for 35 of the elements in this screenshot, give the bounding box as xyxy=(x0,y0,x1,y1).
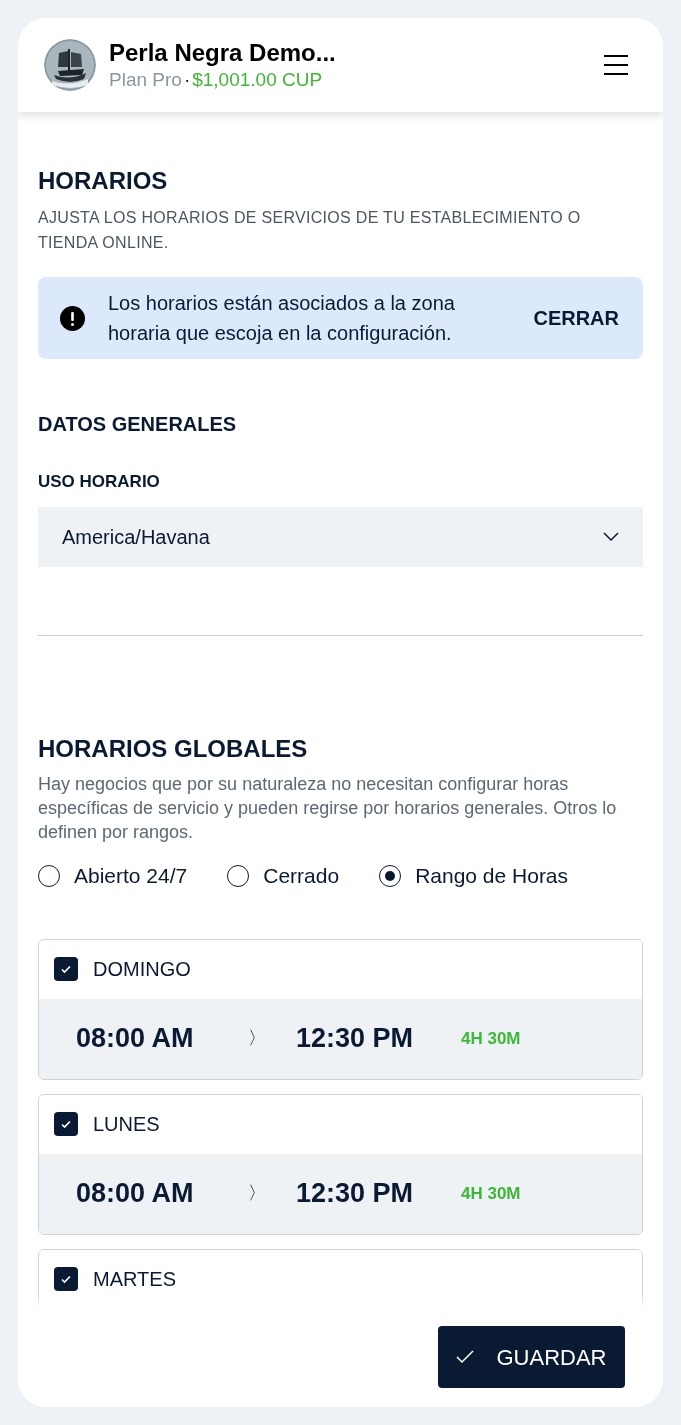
chevron-down-icon xyxy=(603,532,619,542)
timezone-select[interactable]: America/Havana xyxy=(38,507,643,567)
checkbox[interactable] xyxy=(54,1267,78,1291)
plan-name: Plan Pro xyxy=(109,68,182,92)
range-separator: 〉 xyxy=(248,1182,267,1205)
balance: $1,001.00 CUP xyxy=(192,68,323,92)
day-name: DOMINGO xyxy=(93,957,191,982)
duration: 4H 30M xyxy=(461,1027,521,1050)
duration: 4H 30M xyxy=(461,1182,521,1205)
section-title: HORARIOS GLOBALES xyxy=(38,734,309,764)
close-alert-button[interactable]: CERRAR xyxy=(533,303,619,333)
checkbox[interactable] xyxy=(54,1112,78,1136)
day-name: MARTES xyxy=(93,1267,176,1292)
radio-option[interactable]: Abierto 24/7 xyxy=(38,860,188,892)
menu-icon[interactable] xyxy=(603,54,629,76)
check-icon xyxy=(456,1350,475,1364)
start-time[interactable]: 08:00 AM xyxy=(76,1173,248,1214)
radio-option[interactable]: Rango de Horas xyxy=(379,860,569,892)
end-time[interactable]: 12:30 PM xyxy=(296,1173,461,1214)
alert-message: Los horarios están asociados a la zona horaria que escoja en la configuración. xyxy=(108,291,456,346)
field-label: USO HORARIO xyxy=(38,471,161,493)
alert-icon xyxy=(60,305,85,331)
business-name: Perla Negra Demo... xyxy=(109,38,337,68)
radio-option[interactable]: Cerrado xyxy=(227,860,340,892)
section-description: Hay negocios que por su naturaleza no necesitan configurar horas específicas de servicio y pueden regirse por horarios generales. Otros lo definen por rangos. xyxy=(38,773,618,844)
separator-dot: · xyxy=(183,68,191,92)
section-title: DATOS GENERALES xyxy=(38,412,238,437)
end-time[interactable]: 12:30 PM xyxy=(296,1018,461,1059)
day-name: LUNES xyxy=(93,1112,160,1137)
save-button[interactable]: GUARDAR xyxy=(438,1326,625,1388)
page-subtitle: AJUSTA LOS HORARIOS DE SERVICIOS DE TU ESTABLECIMIENTO O TIENDA ONLINE. xyxy=(38,208,582,253)
page-title: HORARIOS xyxy=(38,166,169,196)
checkbox[interactable] xyxy=(54,957,78,981)
range-separator: 〉 xyxy=(248,1027,267,1050)
start-time[interactable]: 08:00 AM xyxy=(76,1018,248,1059)
